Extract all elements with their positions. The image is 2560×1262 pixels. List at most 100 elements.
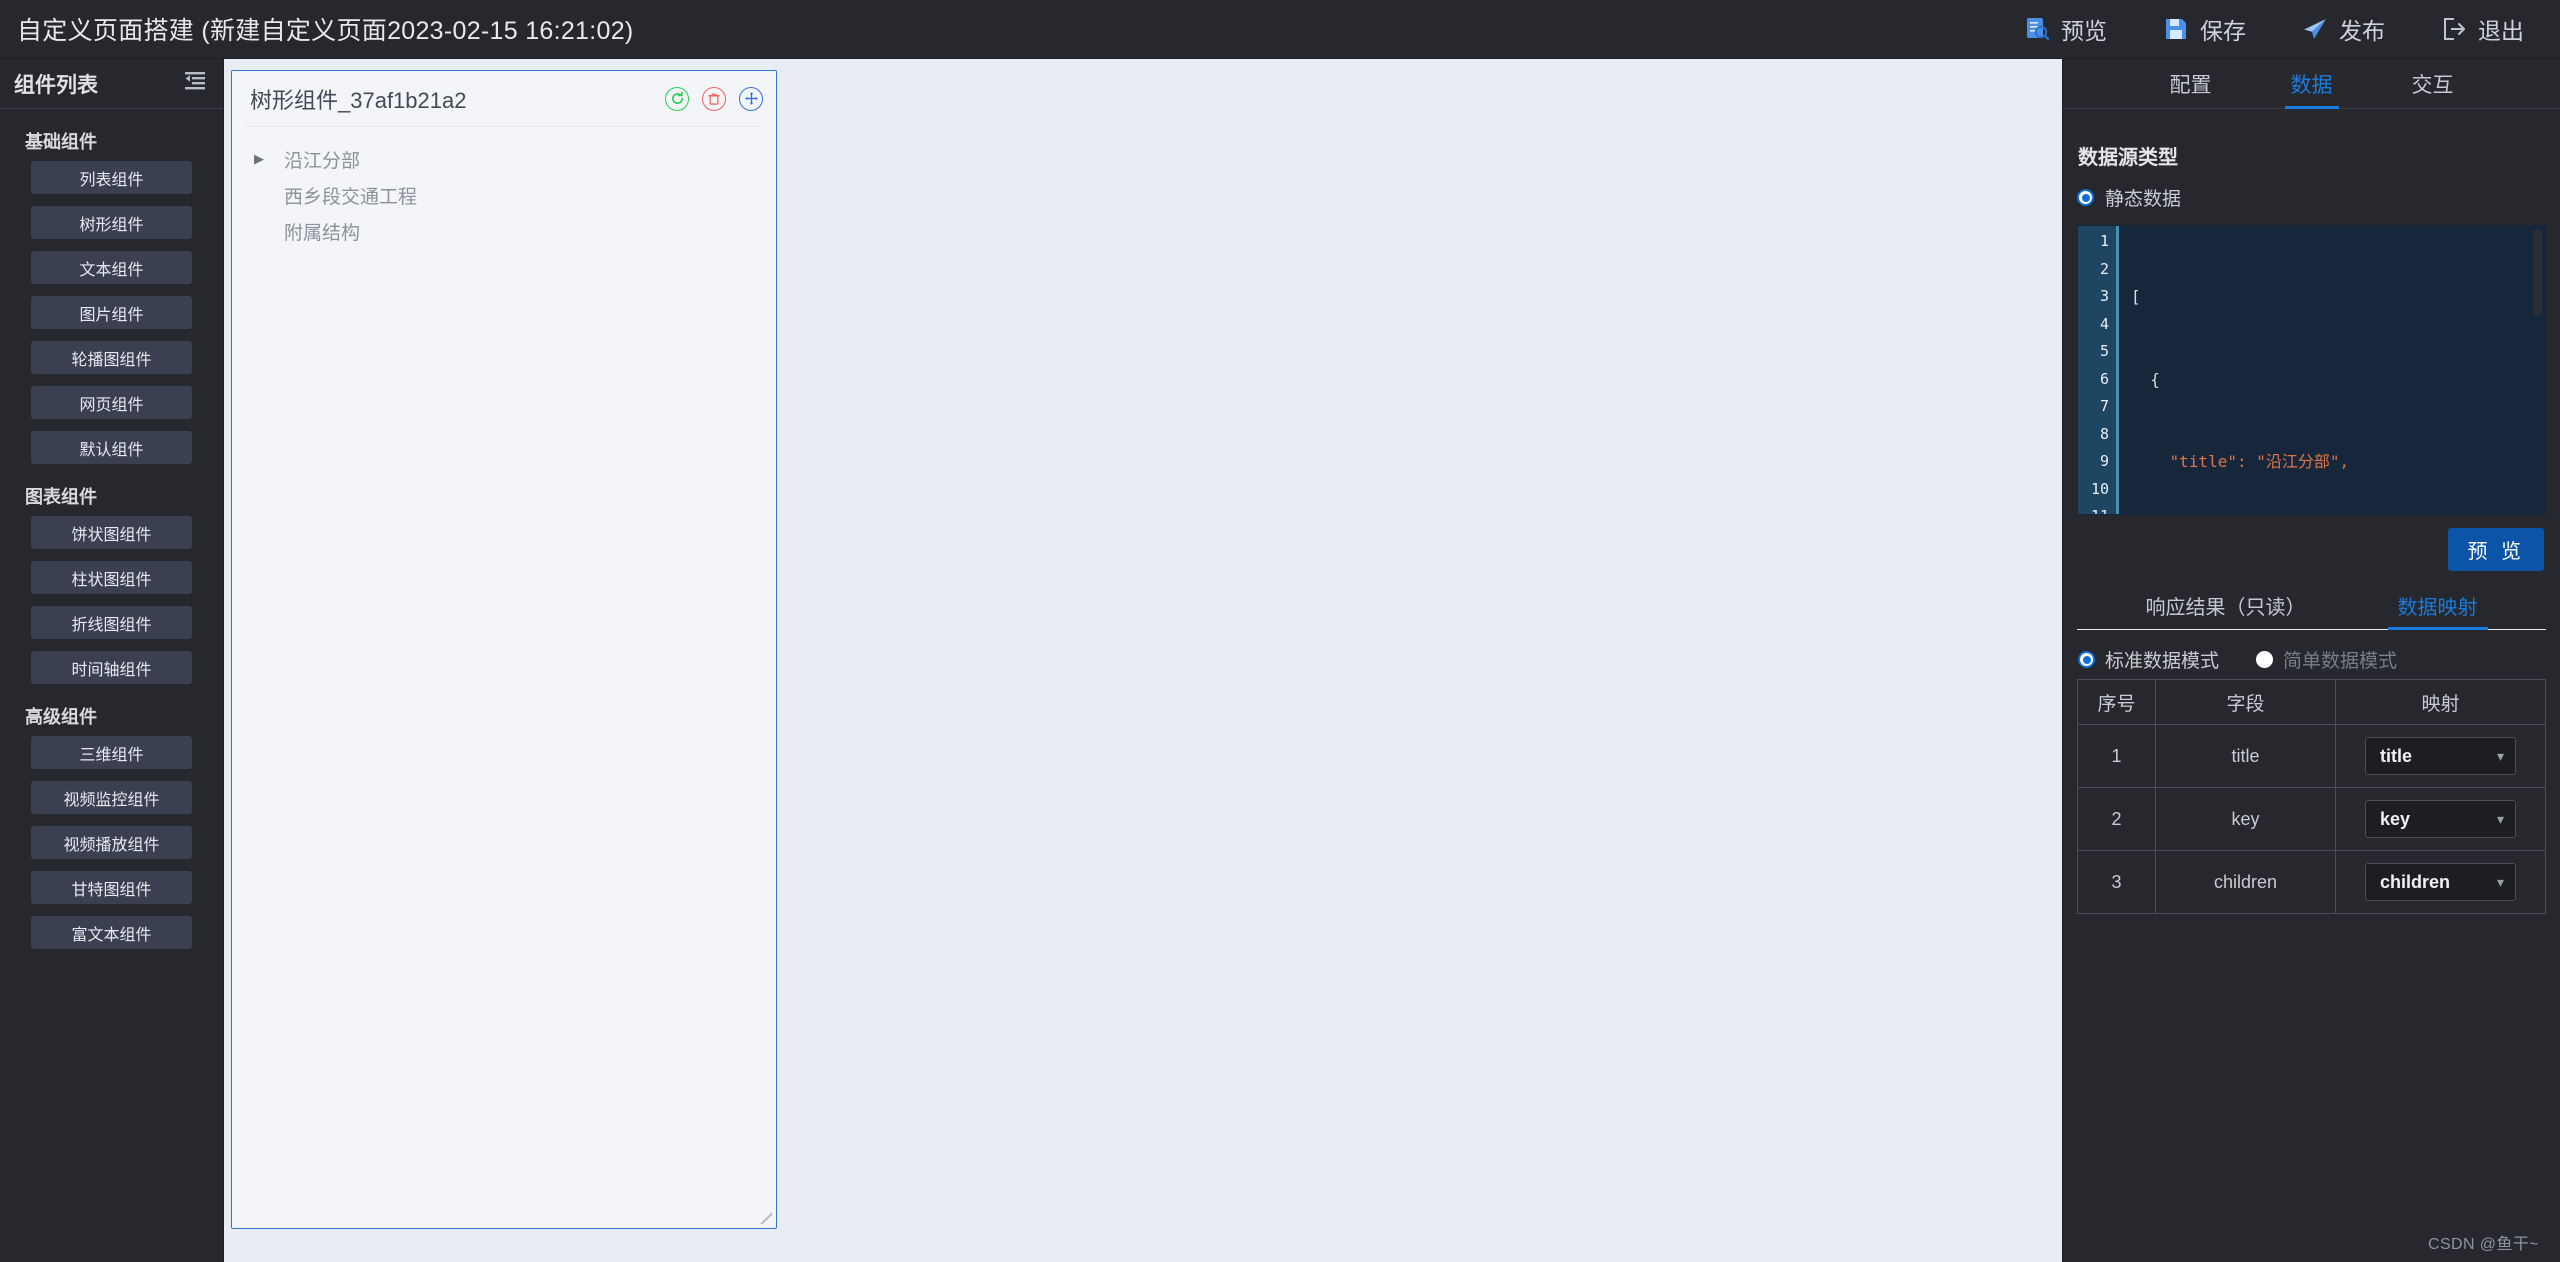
mapping-select-title[interactable]: title ▾: [2365, 737, 2516, 775]
tree-node-1[interactable]: ▶ 西乡段交通工程: [232, 177, 776, 213]
refresh-icon[interactable]: [665, 86, 689, 111]
cell-index: 2: [2077, 787, 2156, 851]
sidebar-item-list-component[interactable]: 列表组件: [31, 161, 192, 194]
tree-component-card[interactable]: 树形组件_37af1b21a2 ▶ 沿江分部 西乡段交通工程 附属结构: [231, 70, 777, 1229]
radio-standard-mode-label: 标准数据模式: [2105, 651, 2220, 672]
right-panel-subtabs: 响应结果（只读） 数据映射: [2077, 585, 2546, 630]
tab-data[interactable]: 数据: [2284, 59, 2339, 109]
line-number: 11: [2078, 503, 2116, 514]
sidebar-item-3d-component[interactable]: 三维组件: [31, 736, 192, 769]
sidebar-title: 组件列表: [14, 73, 98, 97]
sidebar-item-tree-component[interactable]: 树形组件: [31, 206, 192, 239]
sidebar-item-video-player-component[interactable]: 视频播放组件: [31, 826, 192, 859]
save-button[interactable]: 保存: [2163, 12, 2246, 46]
sidebar-item-timeline-component[interactable]: 时间轴组件: [31, 651, 192, 684]
exit-icon: [2441, 16, 2467, 42]
top-bar: 自定义页面搭建 (新建自定义页面2023-02-15 16:21:02) 预览: [0, 0, 2560, 59]
cell-field: children: [2155, 850, 2336, 914]
subtab-response-result[interactable]: 响应结果（只读）: [2142, 585, 2310, 629]
tab-config[interactable]: 配置: [2164, 59, 2218, 108]
sidebar-item-webpage-component[interactable]: 网页组件: [31, 386, 192, 419]
sidebar-item-rich-text-component[interactable]: 富文本组件: [31, 916, 192, 949]
exit-button[interactable]: 退出: [2441, 12, 2524, 46]
column-header-index: 序号: [2077, 679, 2156, 725]
preview-icon: [2024, 16, 2050, 42]
sidebar-item-video-monitor-component[interactable]: 视频监控组件: [31, 781, 192, 814]
mapping-select-value: key: [2380, 808, 2411, 829]
data-mode-row: 标准数据模式 简单数据模式: [2078, 646, 2546, 673]
tree-body: ▶ 沿江分部 ▶ 西乡段交通工程 ▶ 附属结构: [232, 127, 776, 1228]
tree-node-2[interactable]: ▶ 附属结构: [232, 213, 776, 249]
tree-node-label: 沿江分部: [284, 150, 361, 172]
cell-field: key: [2155, 787, 2336, 851]
tree-card-actions: [665, 86, 763, 111]
sidebar-item-image-component[interactable]: 图片组件: [31, 296, 192, 329]
tree-node-0[interactable]: ▶ 沿江分部: [232, 141, 776, 177]
editor-scrollbar[interactable]: [2533, 229, 2542, 317]
chevron-right-icon[interactable]: ▶: [254, 151, 274, 167]
save-icon: [2163, 16, 2189, 42]
line-number: 5: [2099, 342, 2109, 360]
code-line: "title": "沿江分部",: [2131, 452, 2350, 471]
component-list-sidebar: 组件列表 基础组件 列表组件 树形组件 文本组件 图片组件 轮播图组件 网页组件…: [0, 59, 224, 1262]
preview-row: 预 览: [2077, 515, 2546, 571]
right-panel: 配置 数据 交互 数据源类型 静态数据 1 2 3 4 5 6 7 8 9 10…: [2062, 59, 2560, 1262]
cell-field: title: [2155, 724, 2336, 788]
datasource-section-title: 数据源类型: [2078, 147, 2178, 169]
code-line: {: [2131, 369, 2160, 389]
move-icon[interactable]: [739, 86, 763, 111]
sidebar-item-bar-chart-component[interactable]: 柱状图组件: [31, 561, 192, 594]
sidebar-item-default-component[interactable]: 默认组件: [31, 431, 192, 464]
data-preview-button[interactable]: 预 览: [2448, 528, 2544, 571]
sidebar-item-gantt-component[interactable]: 甘特图组件: [31, 871, 192, 904]
tree-node-label: 附属结构: [284, 222, 361, 244]
menu-fold-icon[interactable]: [183, 71, 207, 96]
line-number: 9: [2099, 452, 2109, 470]
tree-node-label: 西乡段交通工程: [284, 186, 418, 208]
radio-simple-mode-label: 简单数据模式: [2283, 651, 2398, 672]
preview-button[interactable]: 预览: [2024, 12, 2107, 46]
mapping-select-children[interactable]: children ▾: [2365, 863, 2516, 901]
column-header-mapping: 映射: [2335, 679, 2546, 725]
table-header-row: 序号 字段 映射: [2077, 679, 2546, 725]
editor-code-content[interactable]: [ { "title": "沿江分部", "key": "111", "chil…: [2119, 226, 2545, 514]
tree-card-title: 树形组件_37af1b21a2: [250, 87, 467, 113]
cell-index: 1: [2077, 724, 2156, 788]
preview-button-label: 预览: [2061, 18, 2107, 44]
line-number: 1: [2099, 232, 2109, 250]
sidebar-group-title-advanced: 高级组件: [25, 707, 97, 727]
sidebar-item-line-chart-component[interactable]: 折线图组件: [31, 606, 192, 639]
line-number: 8: [2099, 424, 2109, 443]
sidebar-item-carousel-component[interactable]: 轮播图组件: [31, 341, 192, 374]
datasource-static-option[interactable]: 静态数据: [2077, 184, 2546, 211]
sidebar-header: 组件列表: [0, 59, 223, 109]
radio-standard-mode[interactable]: [2078, 651, 2095, 668]
tab-interaction[interactable]: 交互: [2406, 59, 2460, 108]
chevron-down-icon: ▾: [2496, 747, 2504, 764]
radio-static-data[interactable]: [2077, 189, 2094, 206]
canvas-area[interactable]: 树形组件_37af1b21a2 ▶ 沿江分部 西乡段交通工程 附属结构: [224, 59, 2062, 1262]
watermark: CSDN @鱼干~: [2428, 1236, 2539, 1253]
line-number: 10: [2090, 479, 2109, 498]
cell-mapping: children ▾: [2335, 850, 2546, 914]
column-header-field: 字段: [2155, 679, 2336, 725]
chevron-down-icon: ▾: [2496, 873, 2504, 890]
mapping-select-key[interactable]: key ▾: [2365, 800, 2516, 838]
resize-handle[interactable]: [759, 1211, 772, 1224]
sidebar-item-text-component[interactable]: 文本组件: [31, 251, 192, 284]
table-row: 3 children children ▾: [2077, 850, 2546, 914]
tree-card-header: 树形组件_37af1b21a2: [232, 71, 776, 126]
line-number: 7: [2099, 397, 2109, 415]
publish-button[interactable]: 发布: [2302, 12, 2385, 46]
line-number: 2: [2099, 259, 2109, 278]
cell-mapping: key ▾: [2335, 787, 2546, 851]
delete-icon[interactable]: [702, 86, 726, 111]
line-number: 3: [2099, 287, 2109, 305]
radio-simple-mode[interactable]: [2256, 651, 2274, 668]
sidebar-item-pie-chart-component[interactable]: 饼状图组件: [31, 516, 192, 549]
top-bar-actions: 预览 保存 发布 退出: [2024, 12, 2560, 46]
subtab-data-mapping[interactable]: 数据映射: [2387, 585, 2488, 630]
right-panel-body: 数据源类型 静态数据 1 2 3 4 5 6 7 8 9 10 11 12 13…: [2063, 109, 2560, 1262]
json-code-editor[interactable]: 1 2 3 4 5 6 7 8 9 10 11 12 13 14 15 16 1…: [2077, 225, 2546, 515]
sidebar-body: 基础组件 列表组件 树形组件 文本组件 图片组件 轮播图组件 网页组件 默认组件…: [0, 109, 223, 1262]
